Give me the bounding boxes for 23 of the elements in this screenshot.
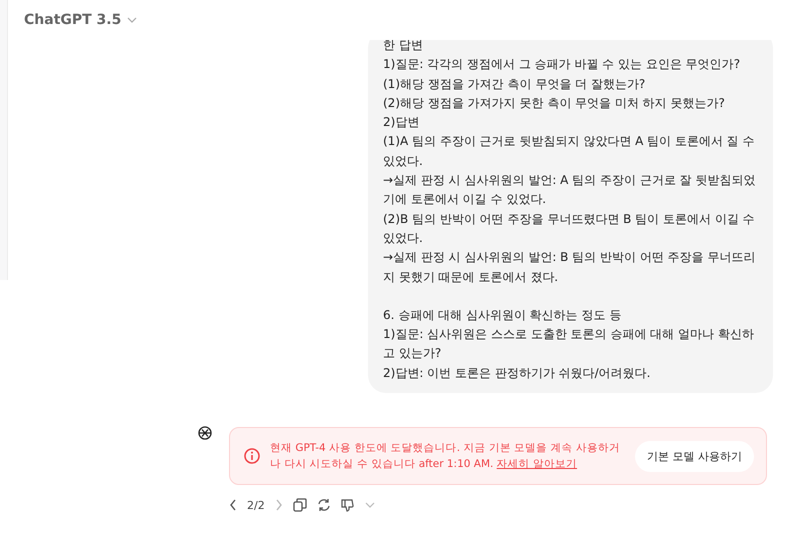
model-title[interactable]: ChatGPT 3.5 bbox=[24, 12, 122, 28]
message-line: 2)답변 bbox=[383, 114, 420, 132]
page-counter: 2/2 bbox=[247, 498, 265, 512]
chevron-left-icon[interactable] bbox=[229, 499, 237, 512]
copy-icon[interactable] bbox=[292, 498, 307, 512]
regenerate-icon[interactable] bbox=[316, 498, 331, 512]
assistant-avatar-icon bbox=[197, 425, 213, 442]
message-line: 2)답변: 이번 토론은 판정하기가 쉬웠다/어려웠다. bbox=[383, 364, 652, 382]
use-default-model-button[interactable]: 기본 모델 사용하기 bbox=[635, 440, 754, 472]
message-line: 6. 승패에 대해 심사위원이 확신하는 정도 등 bbox=[383, 306, 622, 324]
message-line: →실제 판정 시 심사위원의 발언: B 팀의 반박이 어떤 주장을 무너뜨리지 못했기 때문에 토론에서 졌다. bbox=[383, 249, 756, 286]
message-line: (1)해당 쟁점을 가져간 측이 무엇을 더 잘했는가? bbox=[383, 76, 646, 93]
message-line: 한 답변 bbox=[383, 37, 424, 54]
message-line: 1)질문: 각각의 쟁점에서 그 승패가 바뀔 수 있는 요인은 무엇인가? bbox=[383, 56, 742, 74]
message-line: →실제 판정 시 심사위원의 발언: A 팀의 주장이 근거로 잘 뒷받침되었기에 토론에서 이길 수 있었다. bbox=[383, 172, 756, 208]
message-line: (1)A 팀의 주장이 근거로 뒷받침되지 않았다면 A 팀이 토론에서 질 수 있었다. bbox=[383, 133, 756, 170]
error-message: 현재 GPT-4 사용 한도에 도달했습니다. 지금 기본 모델을 계속 사용하거나 다시 시도하실 수 있습니다 after 1:10 AM. 자세히 알아보기 bbox=[270, 441, 621, 472]
info-icon bbox=[244, 448, 260, 464]
message-line: (2)B 팀의 반박이 어떤 주장을 무너뜨렸다면 B 팀이 토론에서 이길 수 있었다. bbox=[383, 210, 756, 247]
message-line: 1)질문: 심사위원은 스스로 도출한 토론의 승패에 대해 얼마나 확신하고 있는가? bbox=[383, 326, 755, 362]
message-line: (2)해당 쟁점을 가져가지 못한 측이 무엇을 미처 하지 못했는가? bbox=[383, 94, 726, 112]
learn-more-link[interactable]: 자세히 알아보기 bbox=[496, 458, 578, 470]
thumbs-down-icon[interactable] bbox=[340, 498, 355, 512]
